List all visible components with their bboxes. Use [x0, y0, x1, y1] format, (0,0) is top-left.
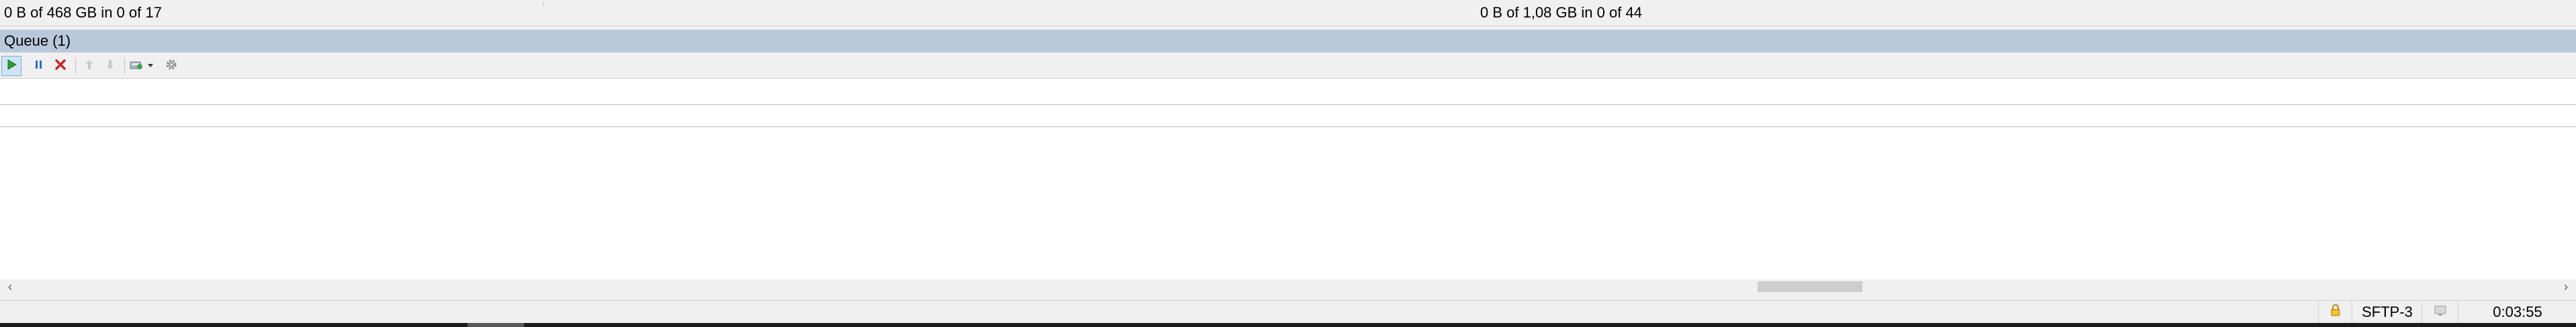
scroll-left-arrow-icon[interactable]: ‹ [3, 279, 17, 294]
taskbar-edge [0, 323, 2576, 327]
taskbar-highlight [468, 323, 524, 327]
protocol-label: SFTP-3 [2362, 303, 2413, 320]
dropdown-arrow-icon [147, 60, 154, 72]
queue-settings-button[interactable] [127, 56, 147, 76]
local-summary-panel: 0 B of 468 GB in 0 of 17 [0, 0, 1475, 26]
move-up-icon [83, 58, 96, 75]
elapsed-time: 0:03:55 [2458, 301, 2576, 324]
queue-start-button[interactable] [1, 56, 22, 76]
encryption-indicator[interactable] [2318, 301, 2352, 324]
preferences-button[interactable] [161, 56, 181, 76]
toolbar-separator [75, 58, 76, 74]
lock-icon [2329, 303, 2342, 321]
play-icon [5, 58, 18, 75]
transfer-summary-bar: 0 B of 468 GB in 0 of 17 0 B of 1,08 GB … [0, 0, 2576, 26]
remote-transfer-summary: 0 B of 1,08 GB in 0 of 44 [1480, 4, 1642, 21]
move-down-button[interactable] [100, 56, 120, 76]
local-transfer-summary: 0 B of 468 GB in 0 of 17 [4, 4, 162, 21]
queue-settings-dropdown[interactable] [146, 56, 155, 76]
remote-summary-panel: 0 B of 1,08 GB in 0 of 44 [1475, 0, 2576, 26]
panel-divider [543, 1, 544, 7]
protocol-indicator: SFTP-3 [2352, 301, 2422, 324]
elapsed-time-label: 0:03:55 [2493, 303, 2542, 320]
pause-icon [32, 58, 46, 75]
list-row-divider [0, 104, 2576, 105]
move-up-button[interactable] [79, 56, 99, 76]
queue-title: Queue (1) [4, 32, 71, 49]
list-row-divider [0, 126, 2576, 127]
cancel-icon [54, 58, 67, 75]
queue-pause-button[interactable] [29, 56, 49, 76]
queue-cancel-button[interactable] [50, 56, 71, 76]
scroll-right-arrow-icon[interactable]: › [2559, 279, 2573, 294]
queue-settings-icon [130, 58, 144, 75]
monitor-icon [2434, 303, 2447, 321]
scrollbar-thumb[interactable] [1758, 281, 1862, 292]
status-bar: SFTP-3 0:03:55 [0, 300, 2576, 324]
horizontal-scrollbar[interactable]: ‹ › [0, 279, 2576, 294]
session-indicator[interactable] [2421, 301, 2458, 324]
toolbar-separator [124, 58, 125, 74]
move-down-icon [103, 58, 117, 75]
queue-list[interactable] [0, 79, 2576, 279]
queue-header: Queue (1) [0, 30, 2576, 52]
queue-toolbar [0, 54, 2576, 79]
gear-icon [165, 58, 178, 75]
